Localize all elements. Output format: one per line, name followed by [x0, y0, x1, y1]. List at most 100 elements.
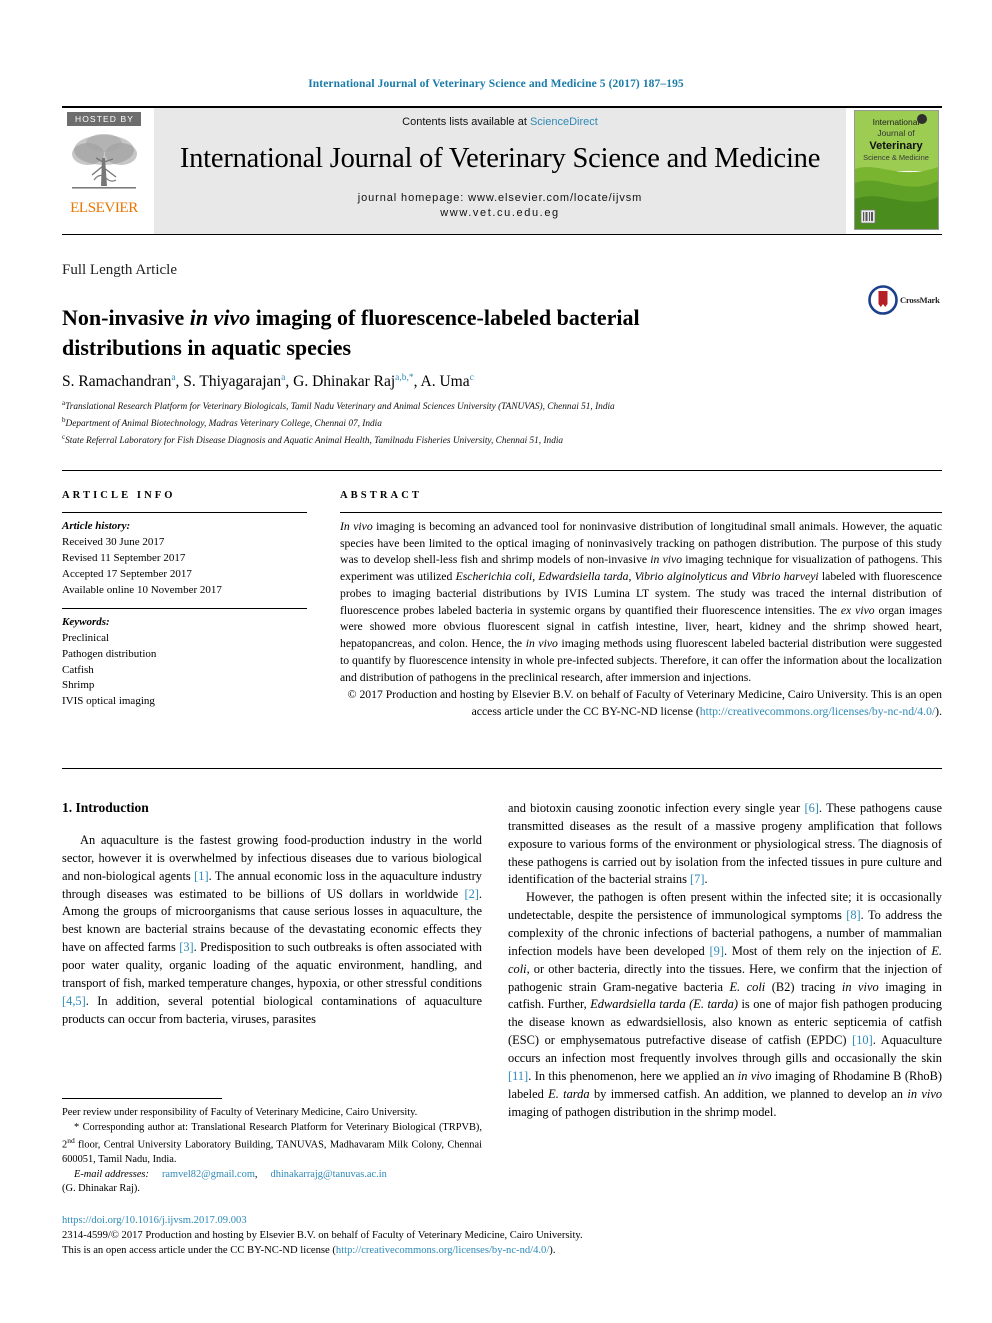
history-item: Available online 10 November 2017	[62, 583, 222, 596]
affiliation-item: cState Referral Laboratory for Fish Dise…	[62, 432, 942, 449]
citation-ref[interactable]: [2]	[464, 887, 478, 901]
affiliation-text: Department of Animal Biotechnology, Madr…	[65, 418, 382, 429]
abstract-copyright: © 2017 Production and hosting by Elsevie…	[340, 687, 942, 720]
footnote-block: Peer review under responsibility of Facu…	[62, 1106, 482, 1197]
citation-ref[interactable]: [10]	[852, 1033, 873, 1047]
cover-artwork: International Journal of Veterinary Scie…	[855, 111, 938, 229]
crossmark-badge[interactable]: CrossMark	[868, 283, 944, 317]
affiliation-text: Translational Research Platform for Vete…	[65, 402, 615, 413]
citation-ref[interactable]: [9]	[710, 944, 724, 958]
page-title: Non-invasive in vivo imaging of fluoresc…	[62, 303, 762, 364]
author-list: S. Ramachandrana, S. Thiyagarajana, G. D…	[62, 373, 474, 391]
author-name-3: A. Uma	[420, 373, 470, 391]
author-sup-3: c	[469, 373, 474, 383]
abstract-column: In vivo imaging is becoming an advanced …	[340, 512, 942, 721]
license-link[interactable]: http://creativecommons.org/licenses/by-n…	[700, 705, 935, 718]
keyword-item: IVIS optical imaging	[62, 695, 155, 708]
history-item: Accepted 17 September 2017	[62, 567, 192, 580]
keywords-label: Keywords:	[62, 615, 110, 628]
history-label: Article history:	[62, 520, 131, 532]
footer-license-link[interactable]: http://creativecommons.org/licenses/by-n…	[336, 1245, 549, 1256]
hosted-by-badge: HOSTED BY	[67, 112, 141, 126]
journal-title: International Journal of Veterinary Scie…	[179, 143, 821, 174]
citation-ref[interactable]: [11]	[508, 1069, 528, 1083]
paper-page: International Journal of Veterinary Scie…	[0, 0, 992, 1323]
corresponding-author-note: * Corresponding author at: Translational…	[62, 1121, 482, 1168]
journal-masthead: HOSTED BY ELSEVIER Contents lists availa…	[62, 106, 942, 236]
body-column-right: and biotoxin causing zoonotic infection …	[508, 800, 942, 1121]
affiliation-item: aTranslational Research Platform for Vet…	[62, 398, 942, 415]
corresponding-rest: floor, Central University Laboratory Bui…	[62, 1139, 482, 1165]
elsevier-wordmark: ELSEVIER	[70, 200, 138, 216]
paragraph: However, the pathogen is often present w…	[508, 890, 943, 1119]
citation-ref[interactable]: [6]	[804, 801, 818, 815]
contents-prefix: Contents lists available at	[402, 116, 530, 128]
affiliation-item: bDepartment of Animal Biotechnology, Mad…	[62, 415, 942, 432]
article-info-column: Article history: Received 30 June 2017 R…	[62, 512, 307, 719]
citation-ref[interactable]: [7]	[690, 872, 704, 886]
issn-copyright-line: 2314-4599/© 2017 Production and hosting …	[62, 1230, 583, 1242]
email-link-1[interactable]: ramvel82@gmail.com	[162, 1169, 255, 1180]
journal-homepage-line-2[interactable]: www.vet.cu.edu.eg	[440, 207, 560, 219]
crossmark-icon	[868, 285, 898, 315]
email-owner: (G. Dhinakar Raj).	[62, 1183, 140, 1195]
email-link-2[interactable]: dhinakarrajg@tanuvas.ac.in	[271, 1169, 387, 1180]
publisher-footer: https://doi.org/10.1016/j.ijvsm.2017.09.…	[62, 1213, 662, 1258]
doi-link[interactable]: https://doi.org/10.1016/j.ijvsm.2017.09.…	[62, 1213, 662, 1228]
title-italic: in vivo	[189, 304, 251, 330]
author-sup-1: a	[281, 373, 286, 383]
running-head: International Journal of Veterinary Scie…	[308, 78, 684, 90]
crossmark-label: CrossMark	[900, 295, 940, 305]
keyword-item: Preclinical	[62, 631, 110, 644]
license-prefix: This is an open access article under the…	[62, 1245, 336, 1257]
citation-ref[interactable]: [3]	[179, 940, 193, 954]
citation-ref[interactable]: [4,5]	[62, 994, 86, 1008]
svg-text:Journal of: Journal of	[877, 128, 915, 138]
citation-ref[interactable]: [8]	[846, 908, 860, 922]
author-name-2: G. Dhinakar Raj	[293, 373, 396, 391]
info-top-rule	[62, 470, 942, 471]
journal-cover-thumbnail: International Journal of Veterinary Scie…	[854, 110, 939, 230]
journal-cover-block: International Journal of Veterinary Scie…	[854, 108, 942, 234]
section-heading-introduction: 1. Introduction	[62, 800, 149, 815]
corresponding-sup: nd	[67, 1135, 75, 1145]
peer-review-note: Peer review under responsibility of Facu…	[62, 1107, 418, 1118]
keyword-item: Shrimp	[62, 679, 95, 692]
elsevier-logo-block: HOSTED BY ELSEVIER	[62, 108, 146, 234]
keyword-item: Catfish	[62, 663, 94, 676]
affiliation-list: aTranslational Research Platform for Vet…	[62, 398, 942, 448]
abstract-bottom-rule	[62, 768, 942, 769]
keyword-item: Pathogen distribution	[62, 647, 157, 660]
masthead-center: Contents lists available at ScienceDirec…	[154, 108, 846, 234]
history-item: Revised 11 September 2017	[62, 551, 186, 564]
citation-ref[interactable]: [1]	[194, 869, 208, 883]
author-name-1: S. Thiyagarajan	[183, 373, 282, 391]
title-part-1: Non-invasive	[62, 304, 190, 330]
history-item: Received 30 June 2017	[62, 535, 165, 548]
author-name-0: S. Ramachandran	[62, 373, 172, 391]
license-line: This is an open access article under the…	[62, 1243, 662, 1258]
footnote-rule	[62, 1098, 222, 1099]
email-note: E-mail addresses: ramvel82@gmail.com, dh…	[62, 1168, 387, 1195]
copyright-tail: ).	[935, 705, 942, 719]
paragraph: and biotoxin causing zoonotic infection …	[508, 801, 942, 887]
svg-text:International: International	[873, 117, 920, 127]
abstract-body: In vivo imaging is becoming an advanced …	[340, 520, 943, 684]
email-label: E-mail addresses:	[74, 1168, 149, 1180]
article-type-label: Full Length Article	[62, 262, 177, 278]
author-sup-2: a,b,*	[395, 373, 414, 383]
svg-text:Science & Medicine: Science & Medicine	[863, 153, 929, 162]
contents-line: Contents lists available at ScienceDirec…	[402, 116, 598, 128]
body-column-left: 1. Introduction An aquaculture is the fa…	[62, 800, 482, 1028]
abstract-heading: ABSTRACT	[340, 490, 422, 501]
sciencedirect-link[interactable]: ScienceDirect	[530, 116, 598, 128]
license-tail: ).	[549, 1245, 556, 1257]
svg-text:Veterinary: Veterinary	[869, 140, 923, 152]
article-info-heading: ARTICLE INFO	[62, 490, 176, 501]
masthead-bottom-rule	[62, 234, 942, 235]
journal-homepage-line-1[interactable]: journal homepage: www.elsevier.com/locat…	[358, 192, 642, 204]
keywords-block: Keywords: Preclinical Pathogen distribut…	[62, 609, 307, 720]
author-sup-0: a	[171, 373, 176, 383]
affiliation-text: State Referral Laboratory for Fish Disea…	[65, 435, 564, 446]
article-history-block: Article history: Received 30 June 2017 R…	[62, 513, 307, 608]
